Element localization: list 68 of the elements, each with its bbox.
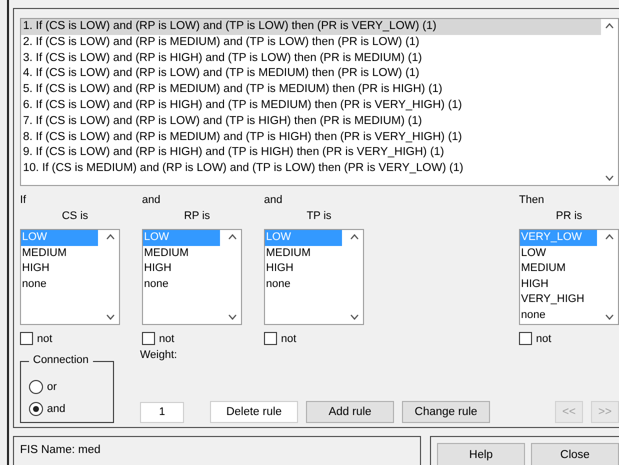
radio-button[interactable] [29,380,43,394]
scroll-up-icon[interactable] [350,234,359,240]
scroll-down-icon[interactable] [350,314,359,320]
scroll-up-icon[interactable] [605,234,614,240]
action-button[interactable]: Add rule [306,401,394,423]
checkbox-label: not [281,332,296,344]
radio-button[interactable] [29,402,43,416]
variable-label: PR is [554,209,584,224]
radio-label: and [47,403,66,415]
list-option[interactable]: HIGH [143,261,224,276]
not-checkbox[interactable] [264,332,277,345]
action-button[interactable]: Delete rule [210,401,298,423]
scroll-down-icon[interactable] [605,314,614,320]
rule-item[interactable]: 6. If (CS is LOW) and (RP is HIGH) and (TP is MEDIUM) then (PR is VERY_HIGH) (1) [21,98,601,114]
list-option[interactable]: none [143,276,224,292]
list-option[interactable]: HIGH [520,276,601,292]
scroll-down-icon[interactable] [228,314,237,320]
membership-list[interactable]: LOW MEDIUM HIGH none [142,229,242,325]
footer-button[interactable]: Close [531,443,619,465]
list-option[interactable]: MEDIUM [21,246,102,261]
variable-label: TP is [306,209,332,224]
rule-item[interactable]: 4. If (CS is LOW) and (RP is LOW) and (TP is MEDIUM) then (PR is LOW) (1) [21,66,601,82]
rule-item[interactable]: 7. If (CS is LOW) and (RP is LOW) and (TP is HIGH) then (PR is MEDIUM) (1) [21,114,601,130]
group-title: Connection [29,354,93,366]
not-checkbox[interactable] [519,332,532,345]
checkbox-label: not [37,332,52,344]
list-option[interactable]: none [265,276,346,292]
rule-item[interactable]: 3. If (CS is LOW) and (RP is HIGH) and (TP is LOW) then (PR is MEDIUM) (1) [21,50,601,66]
rule-list[interactable] [20,18,619,186]
list-option[interactable]: MEDIUM [520,261,601,276]
list-option[interactable]: HIGH [21,261,102,276]
membership-list[interactable]: LOW MEDIUM HIGH none [264,229,364,325]
keyword-label: and [264,194,284,208]
rule-item[interactable]: 8. If (CS is LOW) and (RP is MEDIUM) and (TP is HIGH) then (PR is VERY_HIGH) (1) [21,130,601,146]
variable-label: RP is [182,209,212,224]
radio-label: or [47,381,57,393]
rule-item[interactable]: 5. If (CS is LOW) and (RP is MEDIUM) and (TP is MEDIUM) then (PR is HIGH) (1) [21,82,601,98]
status-text: FIS Name: med [13,436,421,465]
checkbox-label: not [159,332,174,344]
list-option[interactable]: MEDIUM [265,246,346,261]
action-button[interactable]: Change rule [402,401,490,423]
keyword-label: If [20,194,28,208]
membership-list[interactable]: VERY_LOW LOW MEDIUM HIGH VERY_HIGH none [519,229,619,325]
rule-item[interactable]: 2. If (CS is LOW) and (RP is MEDIUM) and (TP is LOW) then (PR is LOW) (1) [21,34,601,51]
keyword-label: Then [519,194,546,208]
list-option[interactable]: VERY_HIGH [520,292,601,308]
scroll-down-icon[interactable] [106,314,115,320]
list-option[interactable]: LOW [520,246,601,261]
scroll-up-icon[interactable] [605,23,614,29]
list-option[interactable]: none [21,276,102,292]
not-checkbox[interactable] [20,332,33,345]
weight-field[interactable]: 1 [140,402,184,422]
scroll-down-icon[interactable] [605,175,614,181]
rule-item[interactable]: 1. If (CS is LOW) and (RP is LOW) and (TP is LOW) then (PR is VERY_LOW) (1) [21,19,601,35]
keyword-label: and [142,194,162,208]
scroll-up-icon[interactable] [106,234,115,240]
rule-item[interactable]: 10. If (CS is MEDIUM) and (RP is LOW) and (TP is LOW) then (PR is VERY_LOW) (1) [21,161,601,177]
variable-label: CS is [60,209,90,224]
list-option[interactable]: none [520,308,601,323]
weight-label: Weight: [140,349,178,361]
checkbox-label: not [536,332,552,344]
list-option[interactable]: HIGH [265,261,346,276]
membership-list[interactable]: LOW MEDIUM HIGH none [20,229,120,325]
rule-item[interactable]: 9. If (CS is LOW) and (RP is HIGH) and (TP is HIGH) then (PR is VERY_HIGH) (1) [21,145,601,162]
not-checkbox[interactable] [142,332,155,345]
list-option[interactable]: MEDIUM [143,246,224,261]
footer-button[interactable]: Help [437,443,525,465]
scroll-up-icon[interactable] [228,234,237,240]
